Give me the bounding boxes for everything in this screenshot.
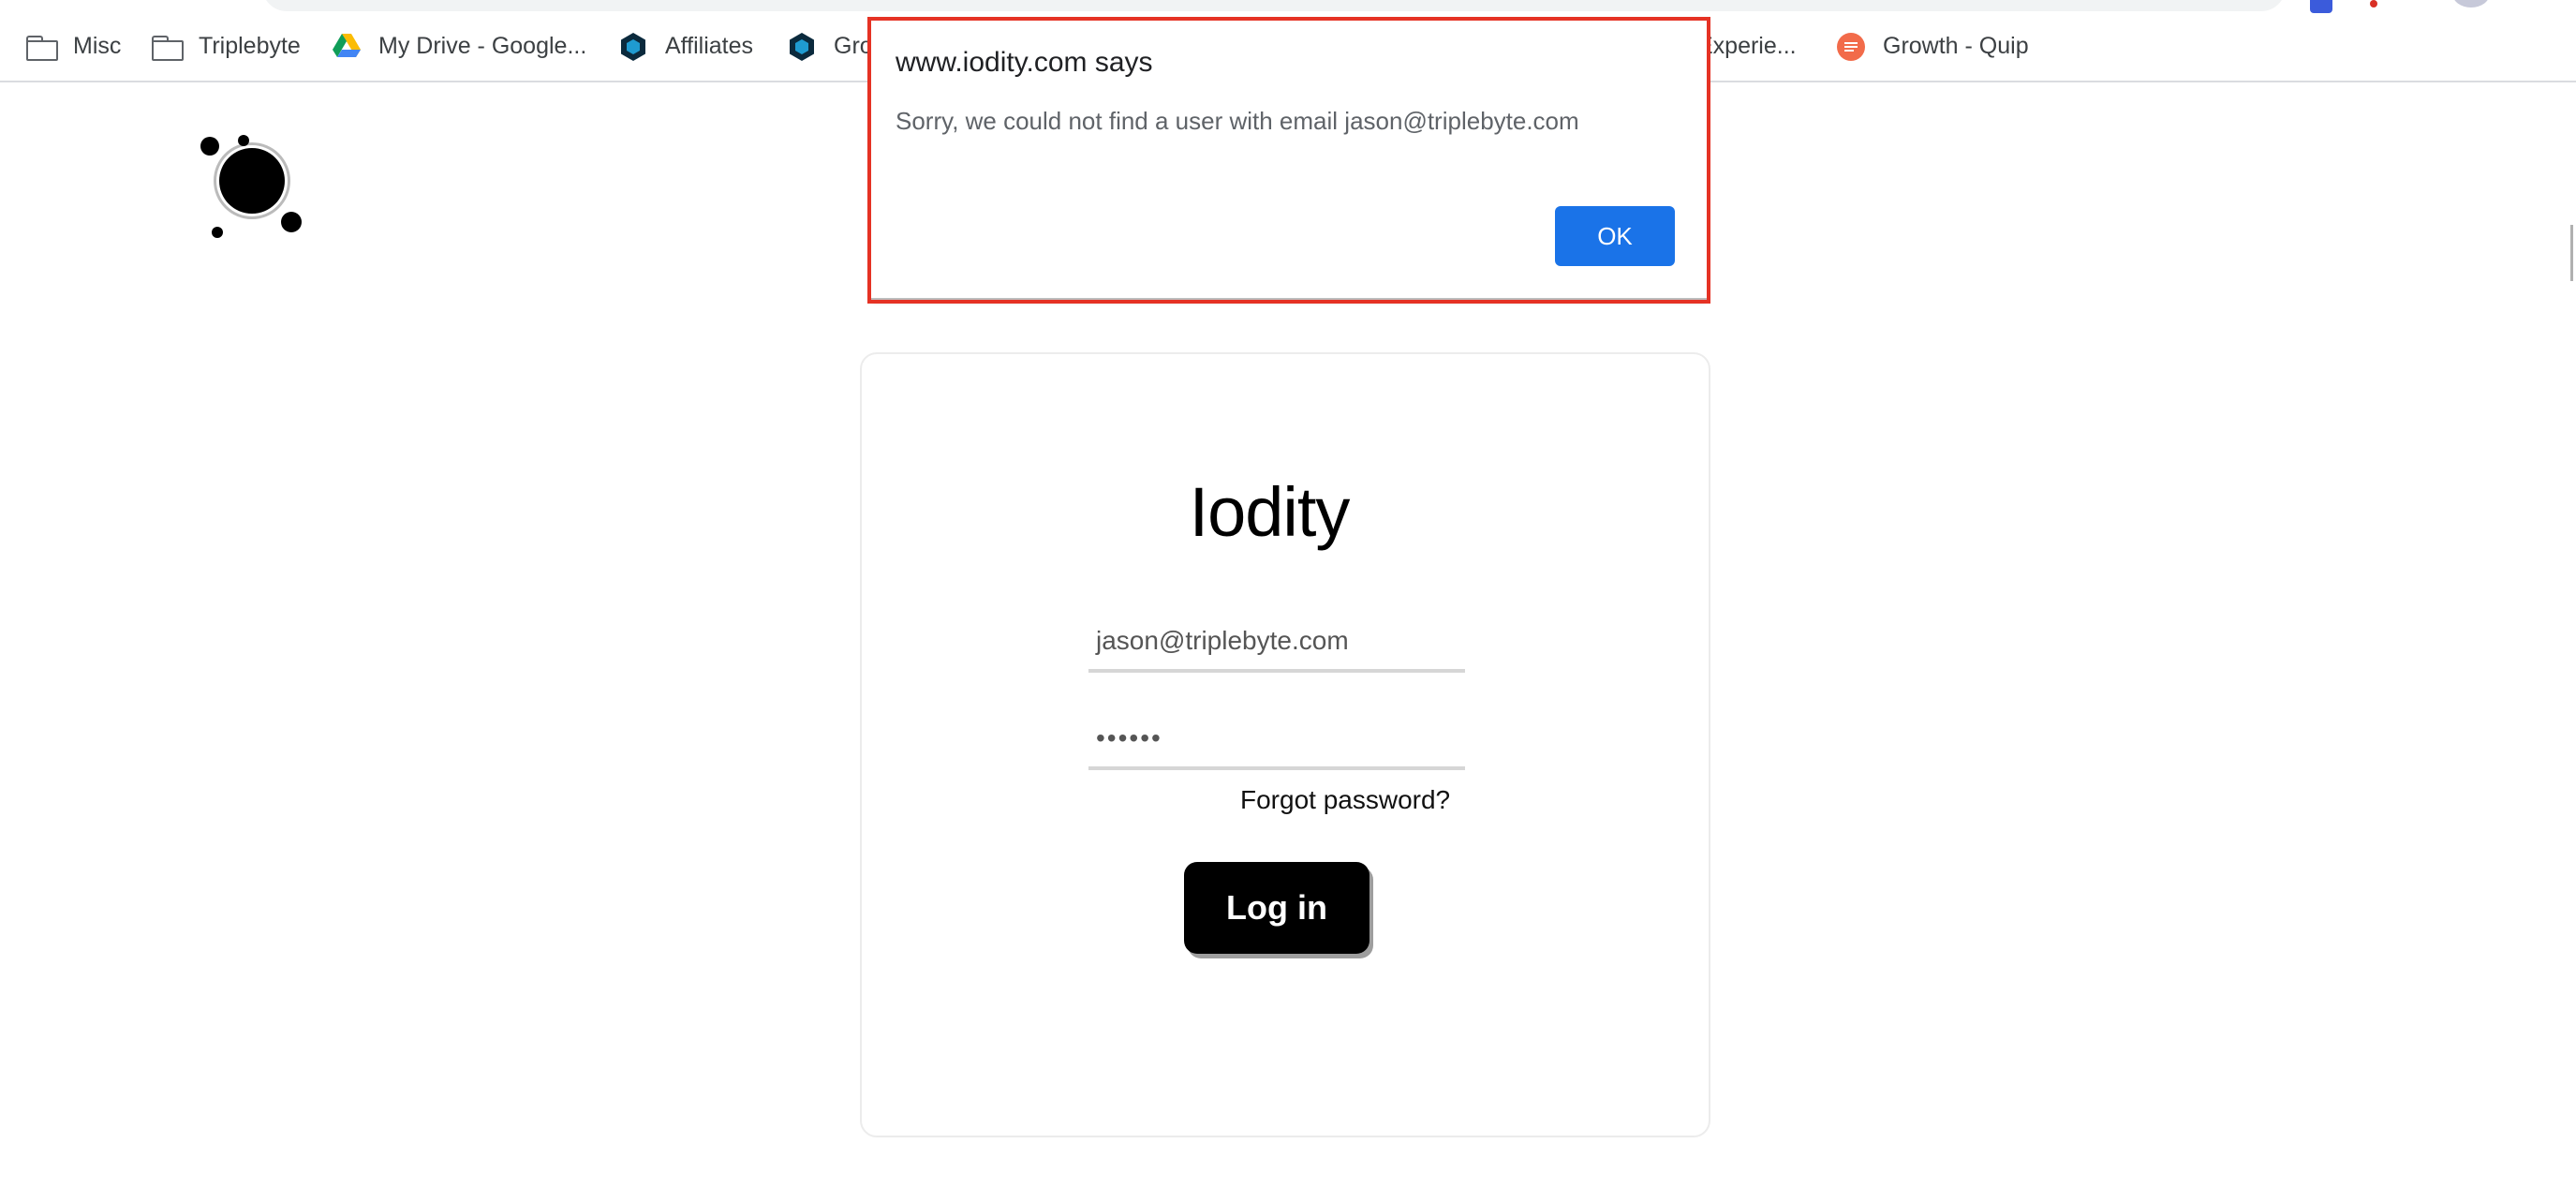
brand-title: Iodity: [1189, 473, 1351, 551]
logo-dot: [212, 227, 223, 238]
bookmark-label: Affiliates: [665, 32, 754, 59]
scrollbar[interactable]: [2570, 225, 2573, 281]
hexagon-icon: [618, 32, 650, 61]
login-button[interactable]: Log in: [1184, 862, 1369, 954]
logo-dot: [238, 135, 249, 146]
extension-icon[interactable]: [2370, 0, 2377, 7]
bookmark-label: Triplebyte: [199, 32, 301, 59]
bookmark-growth-quip[interactable]: Growth - Quip: [1836, 28, 2029, 64]
login-card: Iodity jason@triplebyte.com •••••• Forgo…: [860, 352, 1710, 1137]
bookmark-label: Growth - Quip: [1883, 32, 2029, 59]
bookmark-misc[interactable]: Misc: [26, 28, 121, 64]
extension-icon[interactable]: [2310, 0, 2332, 13]
bookmark-label: Experie...: [1697, 32, 1797, 59]
folder-icon: [26, 32, 58, 61]
logo-dot: [200, 137, 219, 156]
password-mask: ••••••: [1096, 723, 1162, 752]
bookmark-label: Misc: [73, 32, 122, 59]
email-value: jason@triplebyte.com: [1096, 626, 1349, 655]
quip-icon: [1836, 32, 1868, 61]
bookmark-label: My Drive - Google...: [378, 32, 587, 59]
bookmark-my-drive[interactable]: My Drive - Google...: [332, 28, 586, 64]
logo-dot: [281, 212, 302, 232]
site-logo[interactable]: [193, 127, 309, 244]
email-field[interactable]: jason@triplebyte.com: [1088, 613, 1465, 673]
bookmark-affiliates[interactable]: Affiliates: [618, 28, 753, 64]
bookmark-gro[interactable]: Gro: [787, 28, 873, 64]
bookmark-experience[interactable]: Experie...: [1697, 28, 1797, 64]
dialog-highlight-box: [867, 17, 1710, 304]
profile-avatar[interactable]: [2452, 0, 2490, 7]
address-bar[interactable]: [262, 0, 2286, 11]
bookmark-triplebyte[interactable]: Triplebyte: [152, 28, 301, 64]
password-field[interactable]: ••••••: [1088, 710, 1465, 770]
folder-icon: [152, 32, 184, 61]
logo-main-dot: [219, 148, 285, 214]
forgot-password-link[interactable]: Forgot password?: [1240, 785, 1450, 815]
hexagon-icon: [787, 32, 819, 61]
google-drive-icon: [332, 32, 363, 60]
